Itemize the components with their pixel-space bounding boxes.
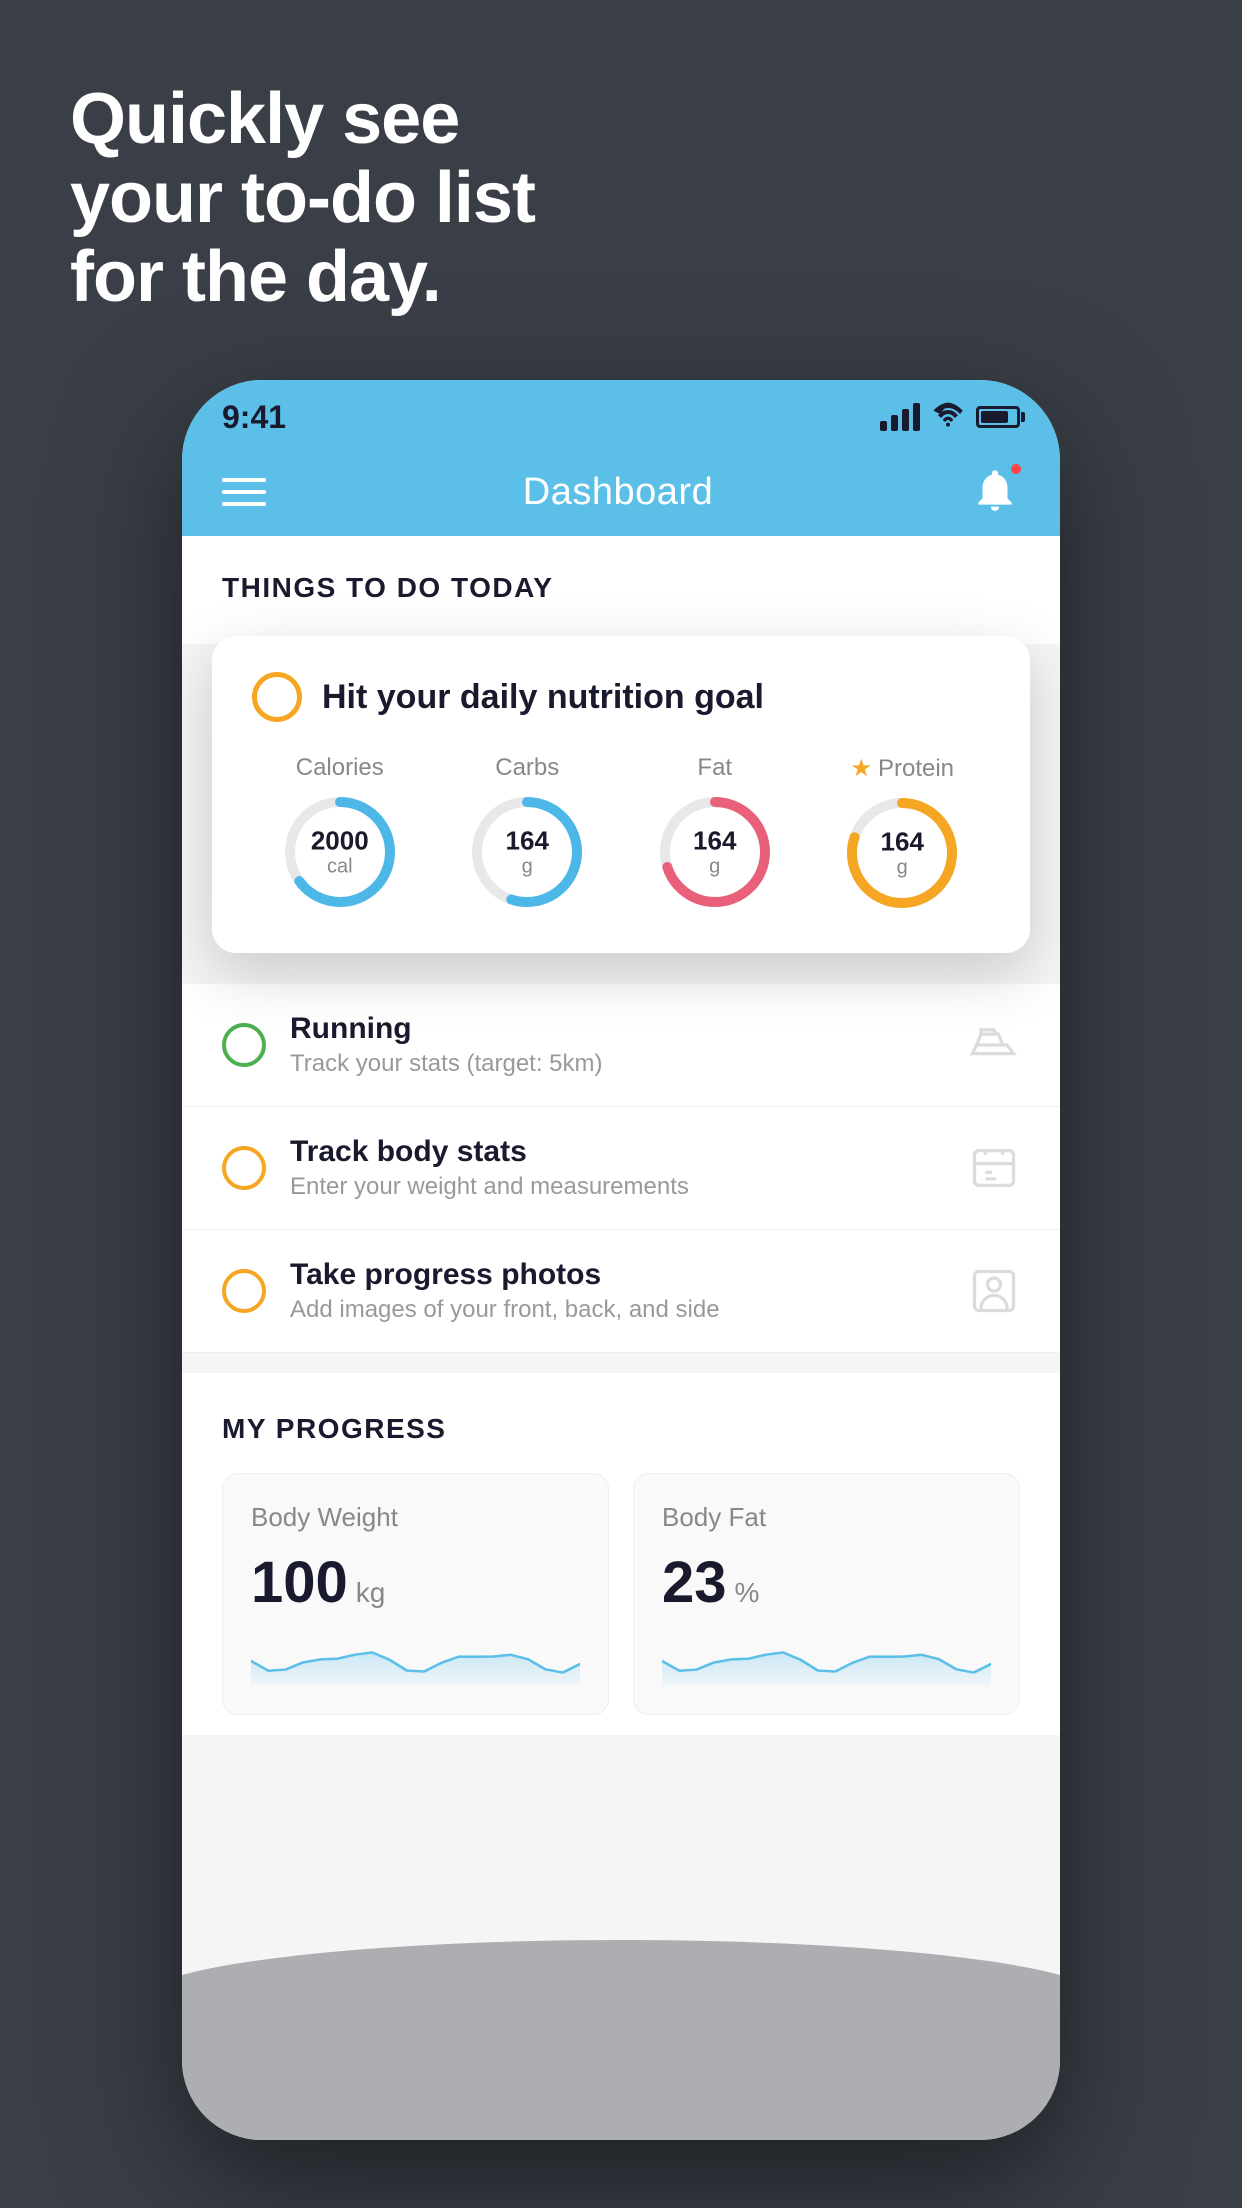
list-check-circle [222,1023,266,1067]
progress-card-body-weight: Body Weight 100 kg [222,1473,609,1715]
progress-card-title: Body Weight [251,1502,580,1533]
list-section: Running Track your stats (target: 5km) T… [182,984,1060,1353]
nav-bar: Dashboard [182,448,1060,536]
nutrition-item-carbs: Carbs 164 g [440,754,616,913]
list-item-title: Take progress photos [290,1258,944,1292]
hero-line1: Quickly see [70,80,535,159]
list-item[interactable]: Take progress photos Add images of your … [182,1230,1060,1353]
battery-icon [976,406,1020,428]
progress-value: 23 % [662,1549,991,1616]
phone-frame: 9:41 [182,380,1060,2140]
things-section-title: THINGS TO DO TODAY [222,572,1020,604]
nutrition-item-calories: Calories 2000 cal [252,754,428,913]
dark-arc [182,1940,1060,2140]
nutrition-label: Fat [697,754,732,782]
app-content: THINGS TO DO TODAY Hit your daily nutrit… [182,536,1060,2140]
progress-unit: % [735,1577,760,1609]
progress-cards: Body Weight 100 kg Body Fat 23 % [222,1473,1020,1715]
status-icons [880,400,1020,435]
list-item-icon-scale [968,1142,1020,1194]
list-item[interactable]: Running Track your stats (target: 5km) [182,984,1060,1107]
list-item-icon-person [968,1265,1020,1317]
donut-protein: 164 g [842,793,962,913]
nutrition-label: Calories [296,754,384,782]
donut-carbs: 164 g [467,792,587,912]
progress-card-body-fat: Body Fat 23 % [633,1473,1020,1715]
nutrition-card: Hit your daily nutrition goal Calories 2… [212,636,1030,953]
progress-title: MY PROGRESS [222,1413,1020,1445]
card-title: Hit your daily nutrition goal [322,678,764,717]
list-item-title: Track body stats [290,1135,944,1169]
status-bar: 9:41 [182,380,1060,448]
phone-mockup: 9:41 [182,380,1060,2140]
wifi-icon [932,400,964,435]
list-item-icon-shoe [968,1019,1020,1071]
list-item-sub: Enter your weight and measurements [290,1173,944,1201]
progress-number: 100 [251,1549,348,1616]
list-check-circle [222,1146,266,1190]
bell-icon[interactable] [970,465,1020,520]
list-item-text: Running Track your stats (target: 5km) [290,1012,944,1078]
progress-section: MY PROGRESS Body Weight 100 kg Body Fat [182,1373,1060,1735]
status-time: 9:41 [222,399,286,436]
donut-value-protein: 164 g [881,828,924,879]
progress-unit: kg [356,1577,386,1609]
card-header: Hit your daily nutrition goal [252,672,990,722]
hero-text: Quickly see your to-do list for the day. [70,80,535,318]
donut-fat: 164 g [655,792,775,912]
nutrition-label: Carbs [495,754,559,782]
things-section: THINGS TO DO TODAY [182,536,1060,644]
hamburger-menu[interactable] [222,478,266,506]
notification-dot [1008,461,1024,477]
list-item-text: Take progress photos Add images of your … [290,1258,944,1324]
hero-line3: for the day. [70,238,535,317]
nutrition-item-fat: Fat 164 g [627,754,803,913]
nutrition-label: ★Protein [850,754,954,783]
donut-value-carbs: 164 g [506,827,549,878]
progress-card-title: Body Fat [662,1502,991,1533]
progress-value: 100 kg [251,1549,580,1616]
donut-calories: 2000 cal [280,792,400,912]
donut-value-fat: 164 g [693,827,736,878]
list-item-title: Running [290,1012,944,1046]
nutrition-grid: Calories 2000 cal Carbs 164 g Fat [252,754,990,913]
list-check-circle [222,1269,266,1313]
signal-icon [880,403,920,431]
hero-line2: your to-do list [70,159,535,238]
progress-number: 23 [662,1549,727,1616]
list-item[interactable]: Track body stats Enter your weight and m… [182,1107,1060,1230]
donut-value-calories: 2000 cal [311,827,369,878]
list-item-text: Track body stats Enter your weight and m… [290,1135,944,1201]
nutrition-item-protein: ★Protein 164 g [815,754,991,913]
nav-title: Dashboard [523,471,713,514]
card-check-circle [252,672,302,722]
list-item-sub: Track your stats (target: 5km) [290,1050,944,1078]
progress-chart [251,1636,580,1686]
list-item-sub: Add images of your front, back, and side [290,1296,944,1324]
progress-chart [662,1636,991,1686]
